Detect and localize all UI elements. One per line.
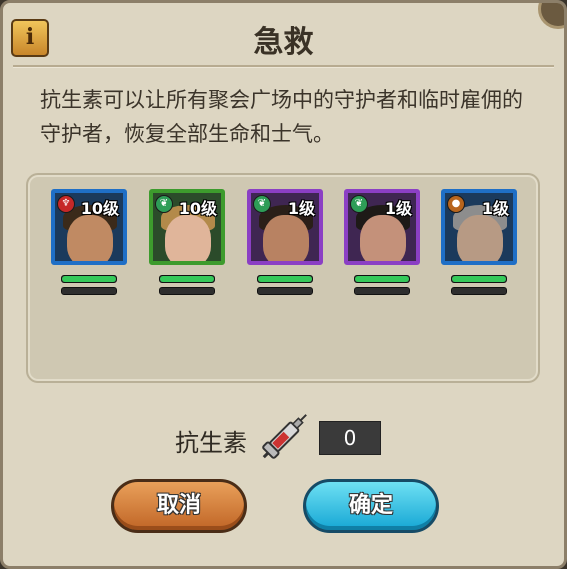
health-bar	[159, 275, 215, 283]
antibiotic-label: 抗生素	[175, 429, 247, 457]
hero-card-4[interactable]: ❦ 1级	[344, 189, 420, 265]
hero-level: 1级	[384, 199, 412, 218]
morale-bar	[257, 287, 313, 295]
hero-status-bars-1	[61, 275, 117, 299]
morale-bar	[61, 287, 117, 295]
leaf-icon: ❦	[253, 195, 271, 213]
orb-icon: ●	[447, 195, 465, 213]
dialog-title: 急救	[253, 25, 314, 60]
hero-level: 1级	[287, 199, 315, 218]
morale-fill	[62, 288, 116, 294]
morale-bar	[354, 287, 410, 295]
health-fill	[452, 276, 506, 282]
first-aid-dialog: i 急救 抗生素可以让所有聚会广场中的守护者和临时雇佣的守护者，恢复全部生命和士…	[0, 0, 567, 569]
dialog-description: 抗生素可以让所有聚会广场中的守护者和临时雇佣的守护者，恢复全部生命和士气。	[40, 88, 523, 146]
morale-bar	[451, 287, 507, 295]
morale-fill	[258, 288, 312, 294]
hero-face	[457, 215, 503, 261]
hero-card-3[interactable]: ❦ 1级	[247, 189, 323, 265]
hero-card-2[interactable]: ❦ 10级	[149, 189, 225, 265]
health-bar	[257, 275, 313, 283]
health-fill	[160, 276, 214, 282]
morale-bar	[159, 287, 215, 295]
hero-status-bars-5	[451, 275, 507, 299]
leaf-icon: ❦	[350, 195, 368, 213]
hero-status-bars-4	[354, 275, 410, 299]
health-fill	[355, 276, 409, 282]
health-fill	[62, 276, 116, 282]
health-fill	[258, 276, 312, 282]
confirm-button[interactable]: 确定	[303, 479, 439, 533]
hero-level: 10级	[80, 199, 119, 218]
hero-level: 10级	[178, 199, 217, 218]
hero-face	[165, 215, 211, 261]
hero-face	[360, 215, 406, 261]
syringe-icon	[262, 414, 307, 459]
health-bar	[354, 275, 410, 283]
hero-face	[67, 215, 113, 261]
hero-card-5[interactable]: ● 1级	[441, 189, 517, 265]
antibiotic-count: 0	[319, 421, 381, 455]
hero-card-1[interactable]: ♆ 10级	[51, 189, 127, 265]
health-bar	[451, 275, 507, 283]
leaf-icon: ❦	[155, 195, 173, 213]
health-bar	[61, 275, 117, 283]
hero-level: 1级	[481, 199, 509, 218]
hero-face	[263, 215, 309, 261]
cancel-button[interactable]: 取消	[111, 479, 247, 533]
morale-fill	[160, 288, 214, 294]
shield-icon: ♆	[57, 195, 75, 213]
morale-fill	[355, 288, 409, 294]
title-divider	[13, 65, 554, 67]
morale-fill	[452, 288, 506, 294]
hero-status-bars-2	[159, 275, 215, 299]
hero-status-bars-3	[257, 275, 313, 299]
